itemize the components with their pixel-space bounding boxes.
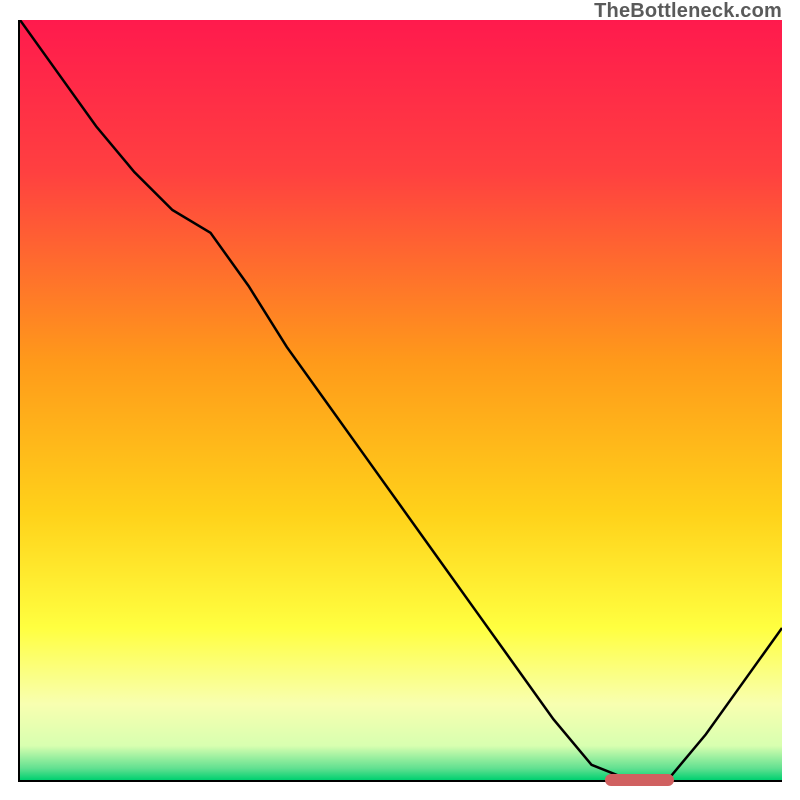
bottleneck-curve xyxy=(20,20,782,780)
bottleneck-chart: TheBottleneck.com xyxy=(0,0,800,800)
optimal-range-marker xyxy=(605,774,673,786)
plot-area xyxy=(18,20,782,782)
